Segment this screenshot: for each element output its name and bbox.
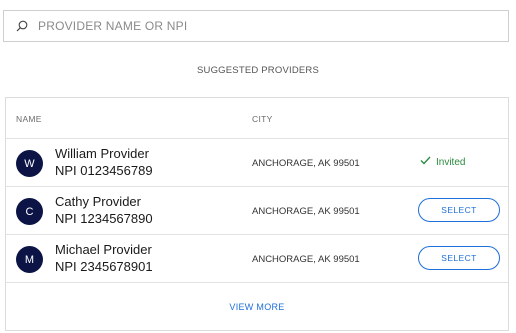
provider-city: ANCHORAGE, AK 99501 xyxy=(252,158,360,169)
provider-npi: NPI 2345678901 xyxy=(55,259,153,274)
column-header-city: CITY xyxy=(252,114,273,124)
search-input[interactable] xyxy=(34,12,508,40)
provider-city: ANCHORAGE, AK 99501 xyxy=(252,254,360,265)
search-box[interactable] xyxy=(3,10,509,42)
avatar: C xyxy=(16,198,43,225)
avatar: W xyxy=(16,150,43,177)
invited-label: Invited xyxy=(436,156,466,168)
view-more-link[interactable]: VIEW MORE xyxy=(6,302,508,312)
provider-name: William Provider xyxy=(55,146,149,161)
provider-city: ANCHORAGE, AK 99501 xyxy=(252,206,360,217)
provider-npi: NPI 1234567890 xyxy=(55,211,153,226)
column-header-name: NAME xyxy=(16,114,42,124)
table-header: NAME CITY xyxy=(6,98,508,139)
search-icon xyxy=(10,20,34,32)
provider-npi: NPI 0123456789 xyxy=(55,163,153,178)
suggested-providers-heading: SUGGESTED PROVIDERS xyxy=(196,65,320,76)
table-row: W William Provider NPI 0123456789 ANCHOR… xyxy=(6,139,508,187)
avatar: M xyxy=(16,246,43,273)
table-row: M Michael Provider NPI 2345678901 ANCHOR… xyxy=(6,235,508,283)
provider-name: Cathy Provider xyxy=(55,194,141,209)
invited-status: Invited xyxy=(420,156,465,168)
select-button[interactable]: SELECT xyxy=(418,198,500,222)
providers-table: NAME CITY W William Provider NPI 0123456… xyxy=(5,97,509,331)
provider-name: Michael Provider xyxy=(55,242,152,257)
checkmark-icon xyxy=(420,156,431,168)
select-button[interactable]: SELECT xyxy=(418,246,500,270)
table-row: C Cathy Provider NPI 1234567890 ANCHORAG… xyxy=(6,187,508,235)
